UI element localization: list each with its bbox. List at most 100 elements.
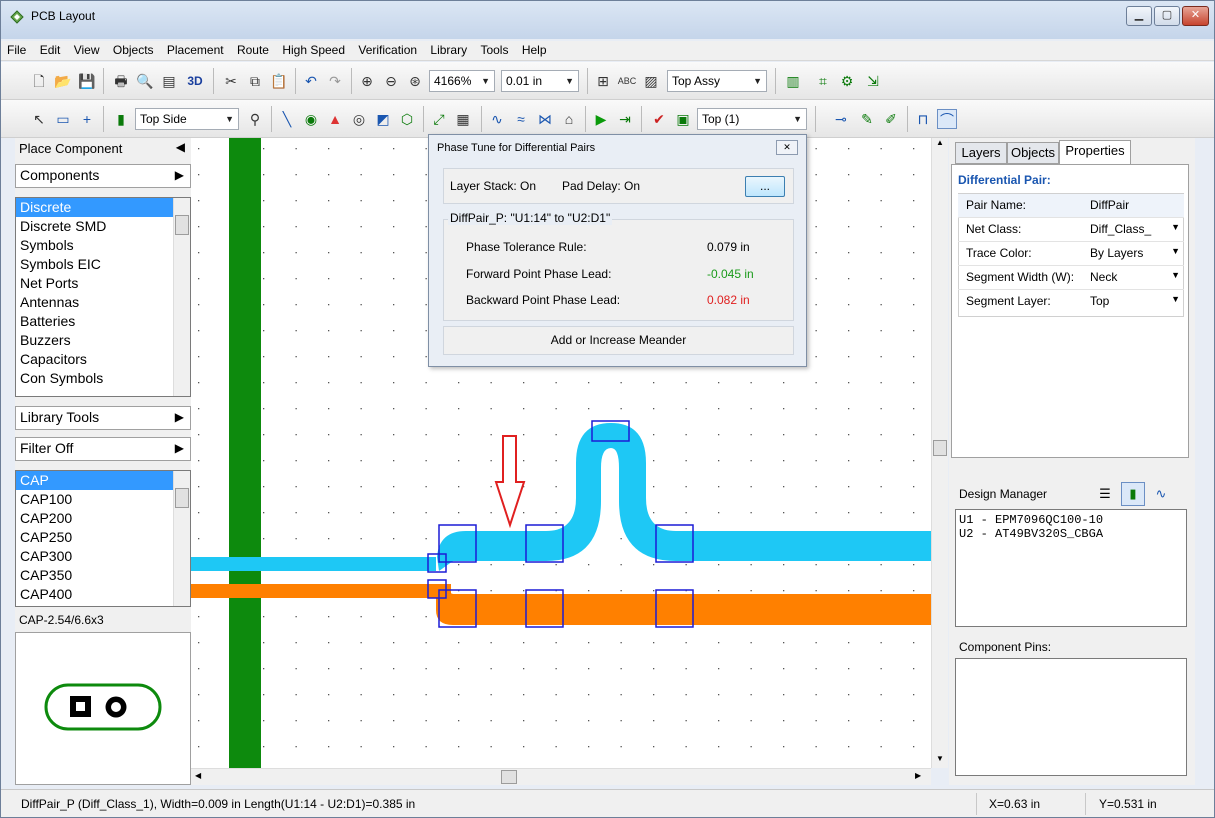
dialog-close-button[interactable]: ✕ [776,140,798,155]
canvas-vertical-scrollbar[interactable]: ▲ ▼ [931,138,948,768]
teardrop-icon[interactable]: ⌂ [559,109,579,129]
component-icon[interactable]: ▮ [111,109,131,129]
scroll-thumb[interactable] [933,440,947,456]
edit-trace-icon[interactable]: ✎ [857,109,877,129]
print-icon[interactable]: 🖶 [111,71,131,91]
chevron-down-icon[interactable]: ▼ [1171,246,1180,256]
zoom-select[interactable]: 4166% ▼ [429,70,495,92]
layer-select[interactable]: Top (1) ▼ [697,108,807,130]
phase-tune-icon[interactable]: ⋈ [535,109,555,129]
grid-select[interactable]: 0.01 in ▼ [501,70,579,92]
property-row-trace-color[interactable]: Trace Color: By Layers ▼ [958,242,1184,266]
arc-icon[interactable]: ▲ [325,109,345,129]
part-scrollbar[interactable] [173,471,190,606]
property-value[interactable]: Neck [1090,270,1117,284]
copy-icon[interactable]: ⧉ [245,71,265,91]
tab-objects[interactable]: Objects [1007,142,1059,164]
property-row-segment-layer[interactable]: Segment Layer: Top ▼ [958,290,1184,314]
property-row-segment-width[interactable]: Segment Width (W): Neck ▼ [958,266,1184,290]
list-item[interactable]: CAP100 [16,490,190,509]
place-text-icon[interactable]: ▭ [53,109,73,129]
spell-check-icon[interactable]: ABC [617,71,637,91]
list-item[interactable]: Symbols [16,236,190,255]
property-value[interactable]: Diff_Class_ [1090,222,1151,236]
green-trace[interactable] [229,138,261,768]
list-item[interactable]: CAP200 [16,509,190,528]
menu-placement[interactable]: Placement [161,41,228,57]
list-view-icon[interactable]: ☰ [1095,484,1115,504]
collapse-arrow-icon[interactable]: ◀ [176,140,185,154]
netlist-icon[interactable]: ⌗ [813,71,833,91]
menu-help[interactable]: Help [516,41,551,57]
list-item[interactable]: Batteries [16,312,190,331]
category-scrollbar[interactable] [173,198,190,396]
components-dropdown[interactable]: Components ▶ [15,164,191,188]
scroll-up-icon[interactable]: ▲ [933,138,947,147]
view-3d-button[interactable]: 3D [183,71,207,91]
assembly-select[interactable]: Top Assy ▼ [667,70,767,92]
run-icon[interactable]: ▶ [591,109,611,129]
component-category-list[interactable]: Discrete Discrete SMD Symbols Symbols EI… [15,197,191,397]
list-item[interactable]: Symbols EIC [16,255,190,274]
gerber-icon[interactable]: ⚙ [837,71,857,91]
route-trace-icon[interactable]: ╲ [277,109,297,129]
property-value[interactable]: Top [1090,294,1109,308]
signal-icon[interactable]: ⌒ [937,109,957,129]
close-button[interactable]: ✕ [1182,6,1209,26]
scroll-down-icon[interactable]: ▼ [933,754,947,763]
save-icon[interactable]: 💾 [77,71,97,91]
list-item[interactable]: Buzzers [16,331,190,350]
menu-tools[interactable]: Tools [474,41,512,57]
menu-high-speed[interactable]: High Speed [276,41,349,57]
scroll-right-icon[interactable]: ▶ [915,771,921,780]
property-row-pair-name[interactable]: Pair Name: DiffPair [958,194,1184,218]
crosshair-icon[interactable]: + [77,109,97,129]
net-view-icon[interactable]: ∿ [1151,484,1171,504]
settings-browse-button[interactable]: ... [745,176,785,197]
list-item[interactable]: U1 - EPM7096QC100-10 [959,513,1183,527]
report-icon[interactable]: ▤ [159,71,179,91]
filter-dropdown[interactable]: Filter Off ▶ [15,437,191,461]
list-item[interactable]: CAP [16,471,190,490]
side-select[interactable]: Top Side ▼ [135,108,239,130]
diff-pair-icon[interactable]: ≈ [511,109,531,129]
zoom-in-icon[interactable]: ⊕ [357,71,377,91]
menu-edit[interactable]: Edit [34,41,65,57]
attribute-icon[interactable]: ⊞ [593,71,613,91]
scroll-thumb[interactable] [175,215,189,235]
menu-library[interactable]: Library [424,41,471,57]
tab-layers[interactable]: Layers [955,142,1007,164]
paste-icon[interactable]: 📋 [269,71,289,91]
list-item[interactable]: U2 - AT49BV320S_CBGA [959,527,1183,541]
via-icon[interactable]: ◉ [301,109,321,129]
library-tools-dropdown[interactable]: Library Tools ▶ [15,406,191,430]
drc-check-icon[interactable]: ✔ [649,109,669,129]
list-item[interactable]: Net Ports [16,274,190,293]
list-item[interactable]: Discrete SMD [16,217,190,236]
property-value[interactable]: DiffPair [1090,198,1129,212]
bom-icon[interactable]: ▥ [783,71,803,91]
list-item[interactable]: Con Symbols [16,369,190,388]
net-icon[interactable]: ⊸ [831,109,851,129]
redo-icon[interactable]: ↷ [325,71,345,91]
drc-report-icon[interactable]: ▣ [673,109,693,129]
edit-shape-icon[interactable]: ✐ [881,109,901,129]
canvas-horizontal-scrollbar[interactable]: ◀ ▶ [191,768,931,785]
export-icon[interactable]: ⇲ [863,71,883,91]
minimize-button[interactable]: ▁ [1126,6,1152,26]
list-item[interactable]: Antennas [16,293,190,312]
list-item[interactable]: CAP250 [16,528,190,547]
length-tune-icon[interactable]: ∿ [487,109,507,129]
new-file-icon[interactable]: 🗋 [29,71,49,91]
autoroute-icon[interactable]: ⇥ [615,109,635,129]
zoom-fit-icon[interactable]: ⊛ [405,71,425,91]
menu-file[interactable]: File [1,41,30,57]
zoom-out-icon[interactable]: ⊖ [381,71,401,91]
select-pointer-icon[interactable]: ↖ [29,109,49,129]
chevron-down-icon[interactable]: ▼ [1171,294,1180,304]
component-view-icon[interactable]: ▮ [1121,482,1145,506]
tab-properties[interactable]: Properties [1059,140,1131,165]
list-item[interactable]: CAP300 [16,547,190,566]
property-value[interactable]: By Layers [1090,246,1143,260]
menu-objects[interactable]: Objects [107,41,158,57]
